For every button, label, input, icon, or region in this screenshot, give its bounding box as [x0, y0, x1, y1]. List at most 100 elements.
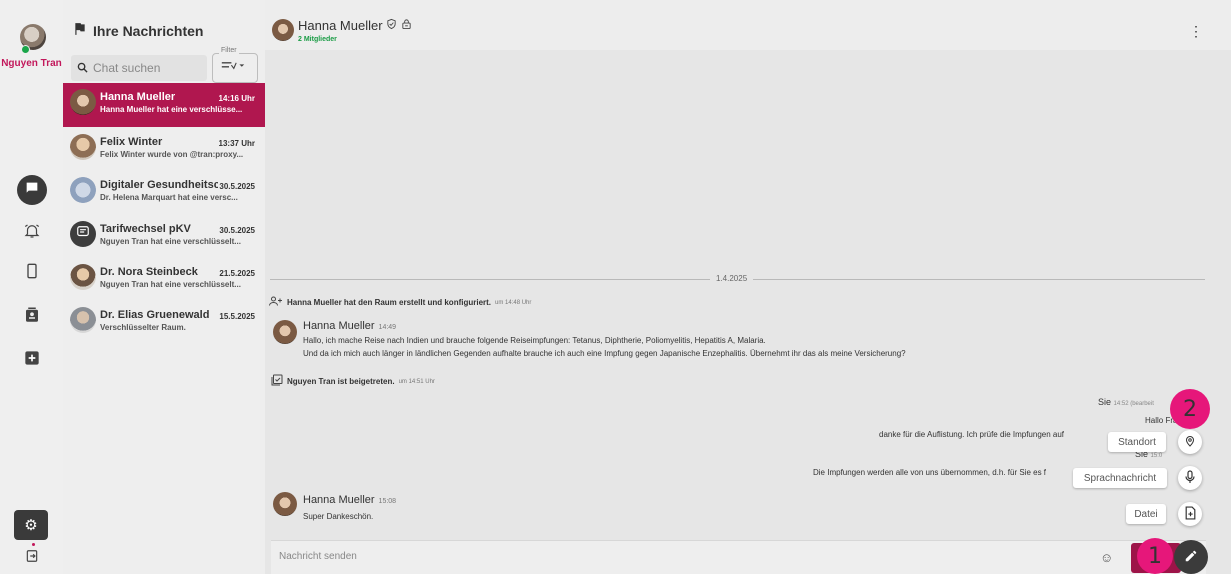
room-title-row[interactable]: Hanna Mueller [298, 18, 412, 33]
chat-time: 30.5.2025 [219, 182, 255, 191]
chat-list-header: Ihre Nachrichten [73, 22, 203, 39]
step-badge-two: 2 [1170, 389, 1210, 429]
sender-avatar[interactable] [273, 320, 297, 344]
settings-button[interactable]: ⚙ [14, 510, 48, 540]
voice-label: Sprachnachricht [1083, 472, 1157, 484]
alarm-nav-button[interactable] [17, 218, 47, 248]
message-time: 15:08 [378, 498, 397, 505]
own-sender: Sie [1098, 397, 1112, 407]
message-time: 14:49 [378, 324, 397, 331]
location-option-label[interactable]: Standort [1108, 432, 1166, 452]
notification-dot [32, 543, 35, 546]
chat-nav-button[interactable] [17, 175, 47, 205]
compose-fab-button[interactable] [1174, 540, 1208, 574]
chat-name: Dr. Nora Steinbeck [100, 266, 198, 278]
contact-card-icon [23, 306, 41, 329]
room-title: Hanna Mueller [298, 18, 383, 33]
chat-list-item[interactable]: Tarifwechsel pKV 30.5.2025 Nguyen Tran hat… [63, 215, 265, 259]
filter-sort-icon [221, 60, 245, 75]
location-pin-icon [1184, 434, 1196, 451]
chat-search-field[interactable]: Chat suchen [71, 55, 207, 81]
chat-time: 15.5.2025 [219, 312, 255, 321]
system-time: um 14:51 Uhr [398, 378, 435, 385]
message-text-line: Hallo, ich mache Reise nach Indien und b… [303, 336, 766, 345]
file-add-icon [1185, 505, 1196, 523]
message-text-line: Und da ich mich auch länger in ländliche… [303, 349, 906, 358]
chat-list-panel: Ihre Nachrichten Chat suchen Filter Hann… [63, 0, 266, 574]
sender-avatar[interactable] [273, 492, 297, 516]
step-badge-one: 1 [1137, 538, 1173, 574]
chat-name: Tarifwechsel pKV [100, 223, 191, 235]
add-box-icon [24, 350, 40, 371]
chat-list-title: Ihre Nachrichten [93, 22, 204, 39]
composer-input[interactable]: Nachricht senden [279, 551, 357, 562]
gear-icon: ⚙ [24, 517, 38, 534]
lock-icon [401, 18, 412, 33]
message-sender: Hanna Mueller [303, 494, 375, 506]
own-message-header: Sie 14:52 (bearbeit [1098, 397, 1154, 407]
filter-label: Filter [219, 47, 239, 54]
room-avatar[interactable] [272, 19, 294, 41]
system-text: Hanna Mueller hat den Raum erstellt und … [287, 298, 492, 307]
logout-button[interactable] [22, 549, 42, 567]
chat-preview: Nguyen Tran hat eine verschlüsselt... [100, 280, 241, 289]
system-event-joined: Nguyen Tran ist beigetreten. um 14:51 Uh… [271, 374, 435, 389]
message-composer[interactable]: Nachricht senden ☺ [271, 540, 1206, 574]
flag-icon [73, 22, 87, 39]
chat-list-item[interactable]: Digitaler Gesundheitsc... 30.5.2025 Dr. He… [63, 171, 265, 215]
device-nav-button[interactable] [17, 258, 47, 288]
room-header: Hanna Mueller 2 Mitglieder ⋮ [265, 0, 1231, 50]
verified-shield-icon [386, 18, 401, 33]
emoji-icon[interactable]: ☺ [1100, 550, 1113, 565]
file-label: Datei [1134, 508, 1158, 520]
chat-time: 30.5.2025 [219, 226, 255, 235]
location-label: Standort [1118, 436, 1156, 448]
microphone-icon [1185, 469, 1195, 487]
contacts-nav-button[interactable] [17, 302, 47, 332]
location-button[interactable] [1178, 430, 1202, 454]
own-message-line: Die Impfungen werden alle von uns überno… [813, 468, 1047, 477]
contact-avatar [70, 89, 96, 115]
chat-time: 13:37 Uhr [218, 139, 255, 148]
chat-preview: Felix Winter wurde von @tran:proxy... [100, 150, 244, 159]
message-sender-row: Hanna Mueller 15:08 [303, 494, 396, 506]
contact-avatar [70, 134, 96, 160]
add-nav-button[interactable] [17, 345, 47, 375]
more-vert-icon[interactable]: ⋮ [1189, 23, 1203, 40]
system-text: Nguyen Tran ist beigetreten. [287, 377, 395, 386]
chat-name: Hanna Mueller [100, 91, 176, 103]
logout-icon [25, 550, 39, 567]
contact-avatar [70, 307, 96, 333]
own-message-time: 15:0 [1150, 453, 1163, 459]
chat-time: 21.5.2025 [219, 269, 255, 278]
chat-list-item[interactable]: Dr. Nora Steinbeck 21.5.2025 Nguyen Tran h… [63, 258, 265, 302]
file-option-label[interactable]: Datei [1126, 504, 1166, 524]
file-button[interactable] [1178, 502, 1202, 526]
chat-list-item[interactable]: Hanna Mueller 14:16 Uhr Hanna Mueller hat … [63, 83, 265, 127]
message-sender-row: Hanna Mueller 14:49 [303, 320, 396, 332]
group-chat-avatar [70, 221, 96, 247]
navigation-rail: Nguyen Tran ⚙ [0, 0, 64, 574]
chat-preview: Dr. Helena Marquart hat eine versc... [100, 193, 238, 202]
own-message-time: 14:52 (bearbeit [1113, 401, 1154, 407]
contact-avatar [70, 264, 96, 290]
chat-list-item[interactable]: Felix Winter 13:37 Uhr Felix Winter wurde … [63, 128, 265, 172]
message-text-line: Super Dankeschön. [303, 512, 374, 521]
chat-time: 14:16 Uhr [218, 94, 255, 103]
system-event-created: Hanna Mueller hat den Raum erstellt und … [269, 295, 531, 310]
date-divider: 1.4.2025 [710, 274, 754, 283]
search-icon [71, 61, 93, 76]
search-placeholder: Chat suchen [93, 61, 161, 75]
filter-dropdown[interactable]: Filter [212, 47, 258, 83]
system-time: um 14:48 Uhr [495, 299, 532, 306]
chat-preview: Nguyen Tran hat eine verschlüsselt... [100, 237, 241, 246]
voice-option-label[interactable]: Sprachnachricht [1073, 468, 1167, 488]
alarm-bell-icon [23, 222, 41, 245]
own-message-line: danke für die Auflistung. Ich prüfe die … [879, 430, 1065, 439]
voice-message-button[interactable] [1178, 466, 1202, 490]
group-add-icon [269, 295, 283, 310]
chat-list-item[interactable]: Dr. Elias Gruenewald 15.5.2025 Verschlüsse… [63, 301, 265, 345]
chat-name: Dr. Elias Gruenewald [100, 309, 210, 321]
online-status-dot [21, 45, 30, 54]
contact-avatar [70, 177, 96, 203]
